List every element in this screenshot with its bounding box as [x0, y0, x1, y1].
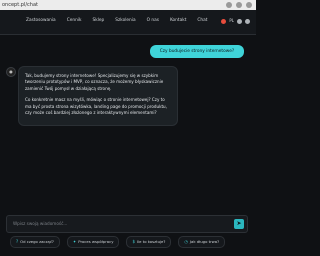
assistant-avatar-icon: ●: [6, 67, 16, 77]
assistant-message: Tak, budujemy strony internetowe! Specja…: [18, 66, 178, 126]
nav-link-cennik[interactable]: Cennik: [67, 18, 82, 24]
handshake-icon: ✦: [72, 239, 77, 244]
star-icon[interactable]: [226, 2, 232, 8]
nav-link-o-nas[interactable]: O nas: [147, 18, 159, 24]
suggestion-chip[interactable]: ◷ Jak długo trwa?: [178, 236, 226, 248]
browser-actions: [226, 2, 252, 8]
send-button[interactable]: ➤: [234, 219, 244, 229]
user-message: Czy budujecie strony internetowe?: [150, 45, 244, 58]
nav-link-kontakt[interactable]: Kontakt: [170, 18, 186, 24]
suggestion-chip-label: Jak długo trwa?: [189, 239, 220, 244]
suggestion-chip[interactable]: ? Od czego zacząć?: [10, 236, 60, 248]
user-icon[interactable]: [245, 18, 250, 24]
site-navbar: Zastosowania Cennik Sklep Szkolenia O na…: [0, 10, 256, 35]
suggestion-chip[interactable]: ✦ Proces współpracy: [66, 236, 120, 248]
nav-link-szkolenia[interactable]: Szkolenia: [115, 18, 135, 24]
message-input[interactable]: Wpisz swoją wiadomość...: [13, 221, 67, 227]
suggestion-chip[interactable]: $ Ile to kosztuje?: [126, 236, 172, 248]
assistant-message-paragraph: Tak, budujemy strony internetowe! Specja…: [25, 73, 164, 91]
coin-icon: $: [132, 239, 135, 244]
nav-link-chat[interactable]: Chat: [197, 18, 207, 24]
clock-icon: ◷: [184, 239, 188, 244]
extensions-icon[interactable]: [236, 2, 242, 8]
question-icon: ?: [16, 239, 19, 244]
assistant-message-paragraph: Co konkretnie masz na myśli, mówiąc o st…: [25, 97, 167, 116]
suggestion-chip-label: Proces współpracy: [78, 239, 114, 244]
language-flag-icon[interactable]: [221, 18, 227, 24]
suggestion-chip-label: Od czego zacząć?: [20, 239, 54, 244]
nav-links: Zastosowania Cennik Sklep Szkolenia O na…: [26, 18, 207, 24]
suggestion-chips: ? Od czego zacząć? ✦ Proces współpracy $…: [10, 236, 226, 248]
suggestion-chip-label: Ile to kosztuje?: [137, 239, 166, 244]
language-label[interactable]: PL: [229, 18, 234, 24]
theme-toggle-icon[interactable]: [237, 18, 242, 24]
nav-right-controls: PL: [221, 18, 250, 24]
message-composer[interactable]: Wpisz swoją wiadomość... ➤: [6, 215, 248, 233]
nav-link-sklep[interactable]: Sklep: [92, 18, 104, 24]
address-bar[interactable]: oncept.pl/chat: [2, 1, 38, 9]
nav-link-zastosowania[interactable]: Zastosowania: [26, 18, 56, 24]
menu-icon[interactable]: [246, 2, 252, 8]
